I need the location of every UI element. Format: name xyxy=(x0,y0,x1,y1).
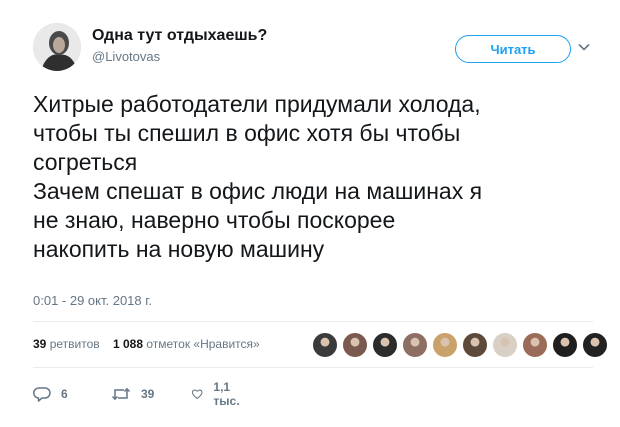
like-button[interactable]: 1,1 тыс. xyxy=(191,380,245,408)
liker-avatar[interactable] xyxy=(372,332,398,358)
avatar[interactable] xyxy=(33,23,81,71)
heart-icon xyxy=(191,389,203,399)
reply-count: 6 xyxy=(61,387,68,401)
liker-avatar[interactable] xyxy=(582,332,608,358)
tweet-text-line: чтобы ты спешил в офис хотя бы чтобы xyxy=(33,120,461,146)
tweet-stats: 39 ретвитов 1 088 отметок «Нравится» xyxy=(33,337,270,351)
author-handle[interactable]: @Livotovas xyxy=(92,49,160,64)
liker-avatar[interactable] xyxy=(342,332,368,358)
tweet-timestamp[interactable]: 0:01 - 29 окт. 2018 г. xyxy=(33,293,152,308)
liker-avatar[interactable] xyxy=(522,332,548,358)
tweet-text-line: согреться xyxy=(33,149,138,175)
retweets-label: ретвитов xyxy=(49,337,100,351)
tweet-text: Хитрые работодатели придумали холода, чт… xyxy=(33,90,603,264)
retweets-stat[interactable]: 39 ретвитов xyxy=(33,337,100,351)
divider xyxy=(33,367,593,368)
liker-avatar[interactable] xyxy=(552,332,578,358)
retweet-count: 39 xyxy=(141,387,155,401)
avatar-photo xyxy=(33,23,81,71)
reply-button[interactable]: 6 xyxy=(33,384,68,404)
chevron-down-icon[interactable] xyxy=(577,40,591,54)
tweet-text-line: Зачем спешат в офис люди на машинах я xyxy=(33,178,483,204)
author-name[interactable]: Одна тут отдыхаешь? xyxy=(92,27,267,45)
divider xyxy=(33,321,593,322)
likes-label: отметок «Нравится» xyxy=(146,337,260,351)
retweet-icon xyxy=(111,387,131,401)
reply-icon xyxy=(33,387,51,402)
follow-button[interactable]: Читать xyxy=(455,35,571,63)
tweet-text-line: накопить на новую машину xyxy=(33,236,325,262)
tweet-card: Одна тут отдыхаешь? @Livotovas Читать Хи… xyxy=(0,0,620,427)
tweet-text-line: Хитрые работодатели придумали холода, xyxy=(33,91,481,117)
liker-avatar[interactable] xyxy=(312,332,338,358)
liker-avatar[interactable] xyxy=(462,332,488,358)
tweet-text-line: не знаю, наверно чтобы поскорее xyxy=(33,207,396,233)
liker-avatar[interactable] xyxy=(492,332,518,358)
retweet-button[interactable]: 39 xyxy=(111,384,154,404)
liker-avatar[interactable] xyxy=(432,332,458,358)
liker-avatar[interactable] xyxy=(402,332,428,358)
likers-list xyxy=(312,332,612,358)
likes-stat[interactable]: 1 088 отметок «Нравится» xyxy=(113,337,260,351)
likes-count: 1 088 xyxy=(112,337,144,351)
like-count: 1,1 тыс. xyxy=(213,380,240,408)
retweets-count: 39 xyxy=(33,337,47,351)
